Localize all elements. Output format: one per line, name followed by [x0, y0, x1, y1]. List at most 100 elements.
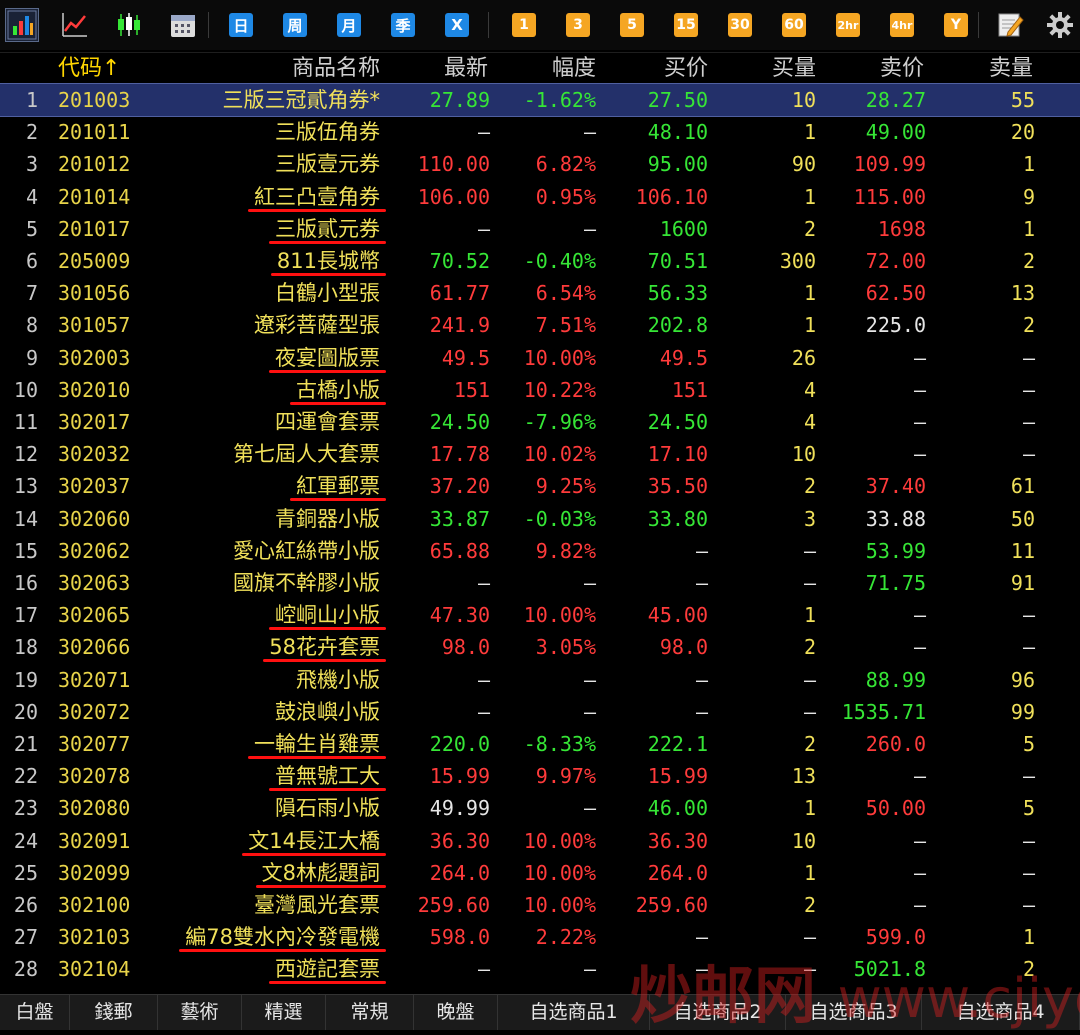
row-ask-volume: 61 [1010, 474, 1035, 499]
row-name: 紅三凸壹角券 [254, 184, 380, 209]
table-row[interactable]: 13 302037 紅軍郵票 37.20 9.25% 35.50 2 37.40 61 [0, 470, 1080, 502]
table-row[interactable]: 28 302104 西遊記套票 — — — —5021.8 2 [0, 953, 1080, 985]
table-row[interactable]: 16 302063 國旗不幹膠小版 — — — — 71.75 91 [0, 567, 1080, 599]
red-underline-mark [269, 240, 386, 244]
tab-9[interactable]: 自选商品4 [922, 995, 1080, 1030]
period-button-day[interactable]: 日 [229, 13, 253, 37]
period-button-min3[interactable]: 3 [566, 13, 590, 37]
period-button-hr2[interactable]: 2hr [836, 13, 860, 37]
tab-8[interactable]: 自选商品3 [786, 995, 922, 1030]
header-code[interactable]: 代码↑ [58, 53, 120, 85]
row-ask-price: 37.40 [865, 474, 926, 499]
row-bid-price: — [695, 699, 708, 724]
table-row[interactable]: 25 302099 文8林彪題詞 264.0 10.00% 264.0 1 — — [0, 857, 1080, 889]
row-bid-price: 98.0 [659, 635, 708, 660]
period-button-year[interactable]: Y [944, 13, 968, 37]
calendar-icon[interactable] [166, 8, 200, 42]
row-name: 文14長江大橋 [248, 828, 380, 853]
period-button-min5[interactable]: 5 [620, 13, 644, 37]
table-row[interactable]: 2 201011 三版伍角券 — — 48.10 1 49.00 20 [0, 116, 1080, 148]
row-change: -0.40% [523, 249, 596, 273]
header-name[interactable]: 商品名称 [292, 53, 380, 85]
row-ask-price: 49.00 [865, 120, 926, 145]
row-index: 26 [13, 893, 38, 917]
period-button-min15[interactable]: 15 [674, 13, 698, 37]
row-change: 0.95% [535, 184, 596, 209]
row-code: 302066 [58, 635, 131, 660]
edit-icon[interactable] [993, 8, 1027, 42]
row-ask-volume: — [1022, 345, 1035, 370]
red-underline-mark [269, 369, 386, 373]
period-button-min60[interactable]: 60 [782, 13, 806, 37]
header-ask[interactable]: 卖价 [880, 53, 924, 85]
period-button-x[interactable]: X [445, 13, 469, 37]
bar-chart-icon[interactable] [5, 8, 39, 42]
table-row[interactable]: 8 301057 遼彩菩薩型張 241.9 7.51% 202.8 1 225.0 2 [0, 309, 1080, 341]
tab-7[interactable]: 自选商品2 [650, 995, 786, 1030]
row-change: -8.33% [523, 732, 596, 756]
table-row[interactable]: 7 301056 白鶴小型張 61.77 6.54% 56.33 1 62.50 13 [0, 277, 1080, 309]
row-bid-volume: 2 [803, 893, 816, 917]
table-row[interactable]: 14 302060 青銅器小版 33.87 -0.03% 33.80 3 33.88 50 [0, 503, 1080, 535]
period-button-week[interactable]: 周 [283, 13, 307, 37]
gear-icon[interactable] [1043, 8, 1077, 42]
row-name: 三版伍角券 [275, 120, 380, 145]
tab-6[interactable]: 自选商品1 [498, 995, 650, 1030]
table-row[interactable]: 20 302072 鼓浪嶼小版 — — — — 1535.71 99 [0, 696, 1080, 728]
table-row[interactable]: 9 302003 夜宴圖版票 49.5 10.00% 49.5 26 — — [0, 342, 1080, 374]
row-bid-volume: — [803, 925, 816, 950]
table-row[interactable]: 6 205009 811長城幣 70.52 -0.40% 70.51 300 72.00 2 [0, 245, 1080, 277]
period-button-min1[interactable]: 1 [512, 13, 536, 37]
table-row[interactable]: 26 302100 臺灣風光套票 259.60 10.00% 259.60 2 — — [0, 889, 1080, 921]
row-ask-price: — [913, 410, 926, 434]
period-button-label: 4hr [891, 18, 913, 32]
row-bid-volume: 2 [803, 216, 816, 241]
table-row[interactable]: 24 302091 文14長江大橋 36.30 10.00% 36.30 10 — — [0, 825, 1080, 857]
period-button-hr4[interactable]: 4hr [890, 13, 914, 37]
row-last-price: 151 [453, 377, 490, 402]
row-name: 國旗不幹膠小版 [233, 571, 380, 595]
header-bid-volume[interactable]: 买量 [772, 53, 816, 85]
table-row[interactable]: 4 201014 紅三凸壹角券 106.00 0.95% 106.10 1 115.00 9 [0, 181, 1080, 213]
table-row[interactable]: 17 302065 崆峒山小版 47.30 10.00% 45.00 1— — [0, 599, 1080, 631]
header-last[interactable]: 最新 [444, 53, 488, 85]
table-row[interactable]: 5 201017 三版貳元券 — — 1600 2 1698 1 [0, 213, 1080, 245]
period-button-label: 日 [233, 16, 249, 35]
line-chart-icon[interactable] [58, 8, 92, 42]
table-row[interactable]: 1 201003 三版三冠貳角券* 27.89 -1.62% 27.50 10 28.27 55 [0, 83, 1080, 117]
period-button-min30[interactable]: 30 [728, 13, 752, 37]
table-row[interactable]: 22 302078 普無號工大 15.99 9.97% 15.99 13— — [0, 760, 1080, 792]
tab-3[interactable]: 精選 [242, 995, 326, 1030]
row-code: 302077 [58, 732, 131, 756]
table-row[interactable]: 11 302017 四運會套票 24.50 -7.96% 24.50 4 — — [0, 406, 1080, 438]
table-row[interactable]: 21 302077 一輪生肖雞票 220.0 -8.33% 222.1 2 260.0 5 [0, 728, 1080, 760]
header-ask-volume[interactable]: 卖量 [989, 53, 1033, 85]
row-code: 302003 [58, 345, 131, 370]
row-bid-volume: 90 [791, 152, 816, 177]
tab-2[interactable]: 藝術 [158, 995, 242, 1030]
row-ask-volume: 2 [1022, 249, 1035, 273]
table-row[interactable]: 23 302080 隕石雨小版 49.99 — 46.00 1 50.00 5 [0, 792, 1080, 824]
table-row[interactable]: 12 302032 第七屆人大套票 17.78 10.02% 17.10 10 — — [0, 438, 1080, 470]
row-ask-volume: — [1022, 828, 1035, 853]
row-ask-price: 109.99 [853, 152, 926, 177]
row-name: 三版壹元券 [275, 152, 380, 177]
tab-1[interactable]: 錢郵 [70, 995, 158, 1030]
table-row[interactable]: 18 302066 58花卉套票 98.0 3.05% 98.0 2— — [0, 631, 1080, 663]
tab-0[interactable]: 白盤 [0, 995, 70, 1030]
table-row[interactable]: 27 302103 編78雙水內冷發電機 598.0 2.22% — —599.0 1 [0, 921, 1080, 953]
period-button-season[interactable]: 季 [391, 13, 415, 37]
table-row[interactable]: 19 302071 飛機小版 — — — — 88.99 96 [0, 664, 1080, 696]
period-button-month[interactable]: 月 [337, 13, 361, 37]
header-bid[interactable]: 买价 [664, 53, 708, 85]
toolbar: 日 周 月 季 X 1 3 5 15 30 60 2hr 4hr Y [0, 0, 1080, 50]
table-row[interactable]: 3 201012 三版壹元券 110.00 6.82% 95.00 90 109.99 1 [0, 148, 1080, 180]
header-change[interactable]: 幅度 [552, 53, 596, 85]
tab-5[interactable]: 晚盤 [414, 995, 498, 1030]
table-row[interactable]: 15 302062 愛心紅絲帶小版 65.88 9.82% — — 53.99 11 [0, 535, 1080, 567]
table-row[interactable]: 10 302010 古橋小版 151 10.22% 151 4 — — [0, 374, 1080, 406]
row-name: 第七屆人大套票 [233, 442, 380, 467]
row-bid-volume: 10 [791, 442, 816, 467]
tab-4[interactable]: 常規 [326, 995, 414, 1030]
candlestick-icon[interactable] [112, 8, 146, 42]
